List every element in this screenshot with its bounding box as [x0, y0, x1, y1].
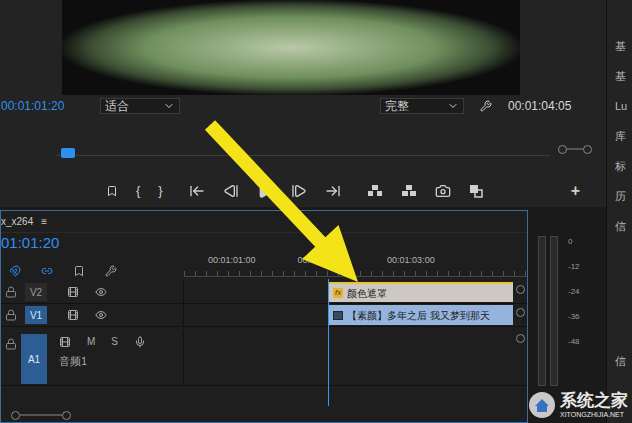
track-name: 音频1 [59, 353, 146, 370]
meter-scale-label: -48 [568, 336, 580, 348]
track-lane [184, 330, 527, 385]
side-tab[interactable]: Lu [615, 98, 632, 128]
watermark: 系统之家 XITONGZHIJIA.NET [528, 391, 628, 419]
timeline-scrollbar[interactable] [1, 410, 527, 420]
side-tab[interactable]: 基 [615, 68, 632, 98]
track-row: V1 【素颜】多年之后 我又梦到那天 [1, 304, 527, 327]
track-lane: 【素颜】多年之后 我又梦到那天 [184, 304, 527, 326]
step-forward-icon[interactable] [291, 183, 307, 199]
track-button[interactable]: S [111, 334, 118, 349]
marker-icon[interactable] [73, 265, 85, 277]
mic-icon[interactable] [134, 336, 146, 348]
wrench-icon[interactable] [480, 100, 492, 112]
lower-panels: x_x264≡01:01:2000:01:01:0000:01:02:0000:… [0, 207, 606, 423]
side-panel-tabs: 基基Lu库标历信信 [606, 0, 632, 423]
mini-ruler [0, 117, 606, 175]
tool-ruler-row: 00:01:01:00 00:01:02:00 00:01:03:00 [1, 253, 527, 281]
ruler-label: 00:01:02:00 [298, 254, 346, 268]
timeline-tab[interactable]: x_x264≡ [1, 211, 527, 233]
lift-icon[interactable] [367, 184, 383, 198]
meter-scale-label: -36 [568, 311, 580, 323]
program-monitor [0, 0, 606, 95]
timeline-timecode[interactable]: 01:01:20 [1, 233, 527, 253]
video-frame [62, 0, 520, 95]
ruler-label: 00:01:01:00 [208, 254, 256, 268]
main-area: 00:01:01:20适合 完整 00:01:04:05 {} + x_x264≡01:0… [0, 0, 606, 423]
timeline-tools [1, 253, 184, 281]
zoom-dropdown[interactable]: 适合 [100, 98, 180, 114]
fx-badge: fx [333, 288, 343, 298]
watermark-url: XITONGZHIJIA.NET [560, 411, 628, 418]
meter-scale-label: 0 [568, 236, 580, 248]
eye-icon[interactable] [95, 286, 107, 298]
wrench-icon[interactable] [105, 265, 117, 277]
side-tab[interactable]: 标 [615, 158, 632, 188]
quality-dropdown[interactable]: 完整 [380, 98, 464, 114]
monitor-controls: 00:01:01:20适合 完整 00:01:04:05 [0, 95, 606, 117]
playhead-line[interactable] [328, 279, 329, 406]
sync-icon[interactable] [67, 309, 79, 321]
lock-icon[interactable] [5, 338, 17, 350]
ruler-label: 00:01:03:00 [387, 254, 435, 268]
track-target[interactable]: V1 [25, 306, 47, 324]
premiere-window: 00:01:01:20适合 完整 00:01:04:05 {} + x_x264≡01:0… [0, 0, 632, 423]
meter-scale-label: -24 [568, 286, 580, 298]
timeline-panel: x_x264≡01:01:2000:01:01:0000:01:02:0000:… [0, 210, 528, 423]
eye-icon[interactable] [95, 309, 107, 321]
mini-playhead[interactable] [61, 148, 75, 158]
track-lane: fx颜色遮罩 [184, 281, 527, 303]
track-target[interactable]: A1 [21, 334, 47, 384]
mark-in-button[interactable]: { [136, 181, 140, 201]
add-button[interactable]: + [571, 179, 580, 203]
track-target[interactable]: V2 [25, 283, 47, 301]
step-back-icon[interactable] [223, 183, 239, 199]
clip-thumb-icon [333, 311, 343, 320]
arrow-icon [0, 0, 632, 423]
watermark-logo-icon [528, 391, 556, 419]
marker-icon[interactable] [106, 185, 118, 197]
sync-icon[interactable] [67, 286, 79, 298]
go-to-out-icon[interactable] [325, 183, 341, 199]
track-row: V2 fx颜色遮罩 [1, 281, 527, 304]
zoom-scroll[interactable] [558, 145, 592, 154]
side-tab[interactable]: 历 [615, 188, 632, 218]
watermark-title: 系统之家 [560, 392, 628, 409]
track-button[interactable]: M [87, 334, 95, 349]
track-header: V1 [1, 304, 184, 326]
duration-timecode: 00:01:04:05 [508, 97, 571, 115]
lane-scroll-knob[interactable] [516, 334, 525, 343]
side-tab[interactable]: 信 [615, 353, 632, 370]
lock-icon[interactable] [5, 286, 17, 298]
track-row: A1 M S 音频1 [1, 330, 527, 386]
mark-out-button[interactable]: } [158, 181, 162, 201]
track-header: A1 M S 音频1 [1, 330, 184, 385]
lane-scroll-knob[interactable] [516, 308, 525, 317]
extract-icon[interactable] [401, 184, 417, 198]
side-tab[interactable]: 信 [615, 218, 632, 248]
current-timecode[interactable]: 00:01:01:20 [0, 97, 100, 115]
transport-bar: {} + [0, 175, 606, 207]
compare-icon[interactable] [469, 184, 483, 198]
side-tab[interactable]: 库 [615, 128, 632, 158]
camera-icon[interactable] [435, 183, 451, 199]
track-header: V2 [1, 281, 184, 303]
lock-icon[interactable] [5, 309, 17, 321]
lane-scroll-knob[interactable] [516, 285, 525, 294]
meter-scale-label: -12 [568, 261, 580, 273]
clip[interactable]: 【素颜】多年之后 我又梦到那天 [329, 305, 513, 325]
side-tab[interactable]: 基 [615, 38, 632, 68]
go-to-in-icon[interactable] [189, 183, 205, 199]
clip[interactable]: fx颜色遮罩 [329, 282, 513, 302]
sync-icon[interactable] [59, 336, 71, 348]
time-ruler[interactable]: 00:01:01:00 00:01:02:00 00:01:03:00 [184, 253, 527, 281]
linked-icon[interactable] [41, 265, 53, 277]
play-icon[interactable] [257, 183, 273, 199]
snap-icon[interactable] [9, 265, 21, 277]
